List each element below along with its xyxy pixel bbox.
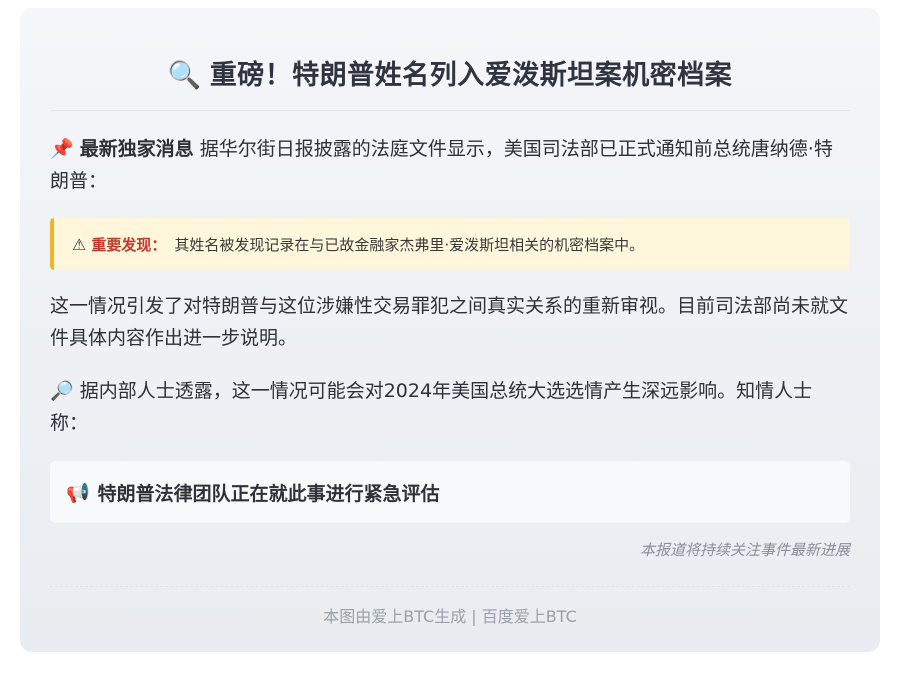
footer-divider [50,586,850,587]
page-title: 🔍 重磅！特朗普姓名列入爱泼斯坦案机密档案 [50,8,850,110]
follow-up-note: 本报道将持续关注事件最新进展 [639,541,850,559]
callout-text: 特朗普法律团队正在就此事进行紧急评估 [97,482,440,505]
alert-text: 其姓名被发现记录在与已故金融家杰弗里·爱泼斯坦相关的机密档案中。 [174,235,645,254]
news-card: 🔍 重磅！特朗普姓名列入爱泼斯坦案机密档案 📌 最新独家消息 据华尔街日报披露的法… [20,8,880,652]
paragraph-2: 这一情况引发了对特朗普与这位涉嫌性交易罪犯之间真实关系的重新审视。目前司法部尚未… [50,295,849,349]
magnifier-icon: 🔍 [167,60,202,91]
intro-paragraph: 📌 最新独家消息 据华尔街日报披露的法庭文件显示，美国司法部已正式通知前总统唐纳… [50,133,850,197]
callout-box: 📢 特朗普法律团队正在就此事进行紧急评估 [50,461,850,523]
megaphone-icon: 📢 [66,481,90,504]
alert-box: ⚠ 重要发现： 其姓名被发现记录在与已故金融家杰弗里·爱泼斯坦相关的机密档案中。 [50,218,850,270]
pushpin-icon: 📌 [50,138,74,160]
magnifier-right-icon: 🔎 [50,380,74,402]
title-text: 重磅！特朗普姓名列入爱泼斯坦案机密档案 [209,60,733,91]
intro-lead: 最新独家消息 [79,138,194,160]
paragraph-3-text: 据内部人士透露，这一情况可能会对2024年美国总统大选选情产生深远影响。知情人士… [50,380,813,434]
alert-label: 重要发现： [91,235,167,254]
warning-icon: ⚠ [72,234,87,254]
paragraph-3: 🔎 据内部人士透露，这一情况可能会对2024年美国总统大选选情产生深远影响。知情… [50,375,850,439]
title-divider [50,110,850,111]
footer-credit: 本图由爱上BTC生成 | 百度爱上BTC [323,607,577,626]
